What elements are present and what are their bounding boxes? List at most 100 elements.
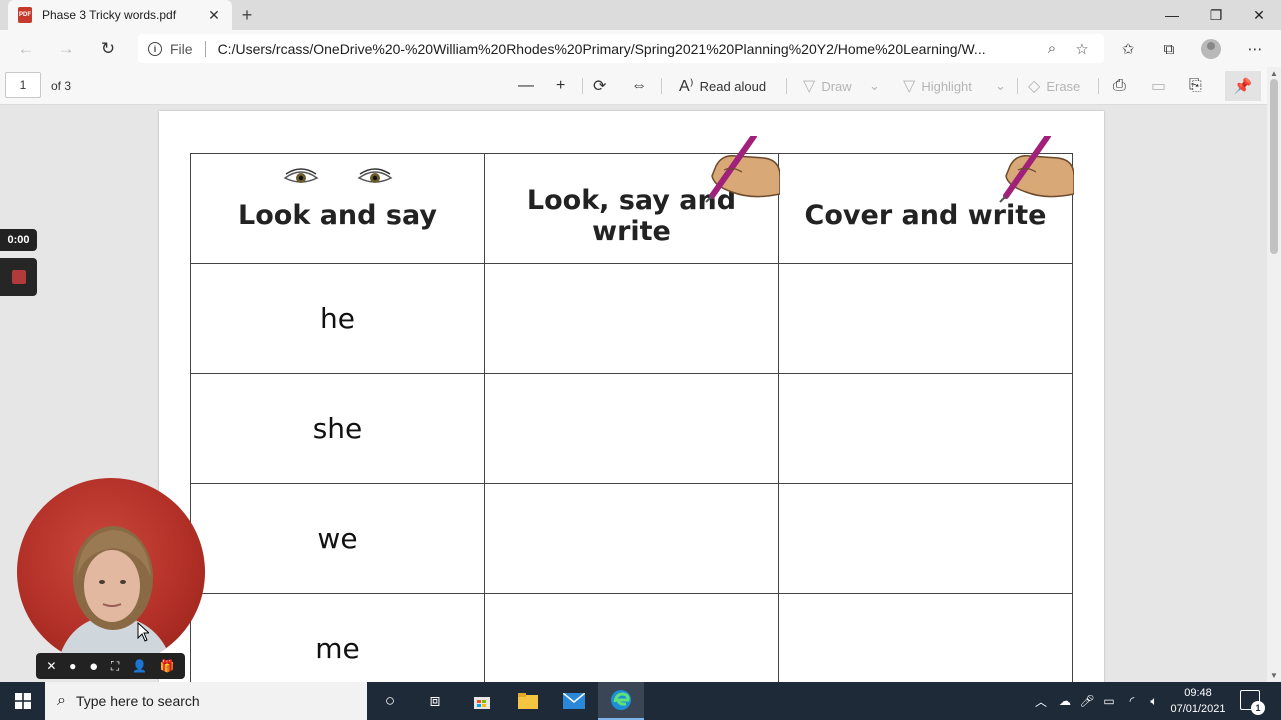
small-size-icon[interactable]: ● bbox=[69, 659, 76, 673]
microphone-icon[interactable]: 🎤︎ bbox=[1077, 682, 1097, 720]
task-view-icon[interactable]: ⧈ bbox=[412, 682, 458, 720]
close-icon[interactable]: ✕ bbox=[46, 659, 56, 673]
tab-pdf[interactable]: PDF Phase 3 Tricky words.pdf ✕ bbox=[8, 0, 232, 30]
wifi-icon[interactable]: ◜ bbox=[1121, 682, 1143, 720]
avatar bbox=[1201, 39, 1221, 59]
tab-strip: PDF Phase 3 Tricky words.pdf ✕ + — ❐ ✕ bbox=[0, 0, 1281, 30]
scrollbar-thumb[interactable] bbox=[1270, 79, 1278, 254]
draw-pen-icon: ▽ bbox=[803, 78, 816, 95]
highlight-options-chevron-icon[interactable]: ⌄ bbox=[995, 75, 1006, 97]
windows-logo-icon bbox=[14, 693, 31, 709]
battery-icon[interactable]: ▭ bbox=[1099, 682, 1119, 720]
profile-avatar[interactable] bbox=[1199, 38, 1223, 60]
read-aloud-icon: A⁾ bbox=[679, 78, 694, 95]
write-cell[interactable] bbox=[484, 373, 779, 484]
start-button[interactable] bbox=[0, 682, 45, 720]
fit-page-icon[interactable]: ⇔ bbox=[631, 75, 653, 97]
onedrive-icon[interactable]: ☁ bbox=[1054, 682, 1076, 720]
write-cell[interactable] bbox=[484, 483, 779, 594]
pin-toolbar-icon[interactable]: 📌 bbox=[1225, 71, 1261, 101]
page-number-input[interactable]: 1 bbox=[5, 72, 41, 98]
header-look-and-say: Look and say bbox=[190, 153, 485, 264]
forward-arrow-icon[interactable]: → bbox=[53, 36, 79, 62]
table-row: she bbox=[190, 373, 1073, 484]
save-as-icon[interactable]: ⎘ bbox=[1189, 75, 1208, 97]
favorite-star-icon[interactable]: ☆ bbox=[1070, 40, 1094, 58]
header-label: Look and say bbox=[238, 200, 437, 231]
scroll-up-arrow-icon[interactable]: ▲ bbox=[1270, 69, 1278, 78]
cover-write-cell[interactable] bbox=[778, 593, 1073, 682]
cortana-icon[interactable]: ○ bbox=[367, 682, 413, 720]
write-cell[interactable] bbox=[484, 593, 779, 682]
gift-icon[interactable]: 🎁 bbox=[160, 659, 175, 673]
favorites-icon[interactable]: ✩ bbox=[1116, 38, 1140, 60]
toolbar-separator bbox=[582, 78, 583, 94]
refresh-icon[interactable]: ↻ bbox=[95, 36, 121, 62]
toolbar-separator bbox=[1098, 78, 1099, 94]
cover-write-cell[interactable] bbox=[778, 373, 1073, 484]
fullscreen-icon[interactable]: ⛶ bbox=[111, 659, 119, 674]
highlight-icon: ▽ bbox=[903, 78, 916, 95]
close-window-button[interactable]: ✕ bbox=[1237, 0, 1281, 30]
cover-write-cell[interactable] bbox=[778, 483, 1073, 594]
volume-icon[interactable]: 🔈︎ bbox=[1144, 682, 1164, 720]
vertical-scrollbar[interactable]: ▲ ▼ bbox=[1267, 67, 1281, 682]
new-tab-button[interactable]: + bbox=[236, 4, 258, 26]
webcam-bubble[interactable] bbox=[17, 478, 205, 666]
header-cover-and-write: Cover and write bbox=[778, 136, 1074, 264]
url-text[interactable]: C:/Users/rcass/OneDrive%20-%20William%20… bbox=[218, 41, 1034, 57]
person-icon[interactable]: 👤 bbox=[132, 659, 147, 673]
zoom-in-icon[interactable]: + bbox=[556, 75, 571, 97]
search-icon: ⌕ bbox=[57, 692, 66, 709]
draw-button[interactable]: ▽ Draw bbox=[803, 75, 852, 97]
erase-button[interactable]: ◇ Erase bbox=[1028, 75, 1080, 97]
notification-center-icon[interactable]: 1 bbox=[1240, 690, 1265, 715]
table-row: we bbox=[190, 483, 1073, 594]
save-icon[interactable]: ▭ bbox=[1151, 75, 1172, 97]
settings-more-icon[interactable]: ⋯ bbox=[1243, 38, 1267, 60]
rotate-icon[interactable]: ⟳ bbox=[593, 75, 612, 97]
zoom-out-icon[interactable]: — bbox=[518, 75, 540, 97]
store-icon[interactable] bbox=[459, 682, 505, 720]
address-bar[interactable]: i File C:/Users/rcass/OneDrive%20-%20Wil… bbox=[138, 34, 1104, 63]
notification-count-badge: 1 bbox=[1251, 701, 1265, 715]
edge-browser-icon[interactable] bbox=[598, 682, 644, 720]
cover-write-cell[interactable] bbox=[778, 263, 1073, 374]
draw-options-chevron-icon[interactable]: ⌄ bbox=[869, 75, 880, 97]
highlight-button[interactable]: ▽ Highlight bbox=[903, 75, 972, 97]
highlight-label: Highlight bbox=[921, 78, 972, 94]
file-explorer-icon[interactable] bbox=[505, 682, 551, 720]
recording-timer: 0:00 bbox=[0, 229, 37, 251]
scroll-down-arrow-icon[interactable]: ▼ bbox=[1270, 671, 1278, 680]
toolbar-separator bbox=[1017, 78, 1018, 94]
webcam-controls: ✕ ● ● ⛶ 👤 🎁 bbox=[36, 653, 185, 679]
toolbar-separator bbox=[786, 78, 787, 94]
stop-recording-button[interactable] bbox=[0, 258, 37, 296]
eye-icon bbox=[283, 168, 318, 183]
show-hidden-icons-icon[interactable]: ︿ bbox=[1032, 682, 1050, 720]
pdf-toolbar: 1 of 3 — + ⟳ ⇔ A⁾ Read aloud ▽ Draw ⌄ ▽ Hig… bbox=[0, 67, 1281, 105]
write-cell[interactable] bbox=[484, 263, 779, 374]
mail-icon[interactable] bbox=[551, 682, 597, 720]
back-arrow-icon[interactable]: ← bbox=[13, 36, 39, 62]
print-icon[interactable]: ⎙ bbox=[1113, 75, 1132, 97]
word-cell: me bbox=[190, 593, 485, 682]
taskbar-search-box[interactable]: ⌕ Type here to search bbox=[45, 682, 367, 720]
table-row: me bbox=[190, 593, 1073, 682]
collections-icon[interactable]: ⧉ bbox=[1157, 38, 1181, 60]
word-cell: we bbox=[190, 483, 485, 594]
tab-close-icon[interactable]: ✕ bbox=[206, 7, 222, 24]
toolbar-separator bbox=[661, 78, 662, 94]
mouse-cursor-icon bbox=[137, 622, 149, 642]
info-icon[interactable]: i bbox=[148, 41, 162, 56]
pdf-file-icon: PDF bbox=[18, 7, 32, 23]
read-aloud-button[interactable]: A⁾ Read aloud bbox=[679, 75, 766, 97]
restore-button[interactable]: ❐ bbox=[1194, 0, 1238, 30]
minimize-button[interactable]: — bbox=[1150, 0, 1194, 30]
system-clock[interactable]: 09:48 07/01/2021 bbox=[1163, 685, 1233, 717]
address-divider bbox=[204, 40, 206, 57]
word-cell: he bbox=[190, 263, 485, 374]
search-placeholder: Type here to search bbox=[75, 693, 200, 709]
zoom-magnifier-icon[interactable]: ⌕ bbox=[1040, 40, 1064, 57]
large-size-icon[interactable]: ● bbox=[89, 658, 98, 675]
